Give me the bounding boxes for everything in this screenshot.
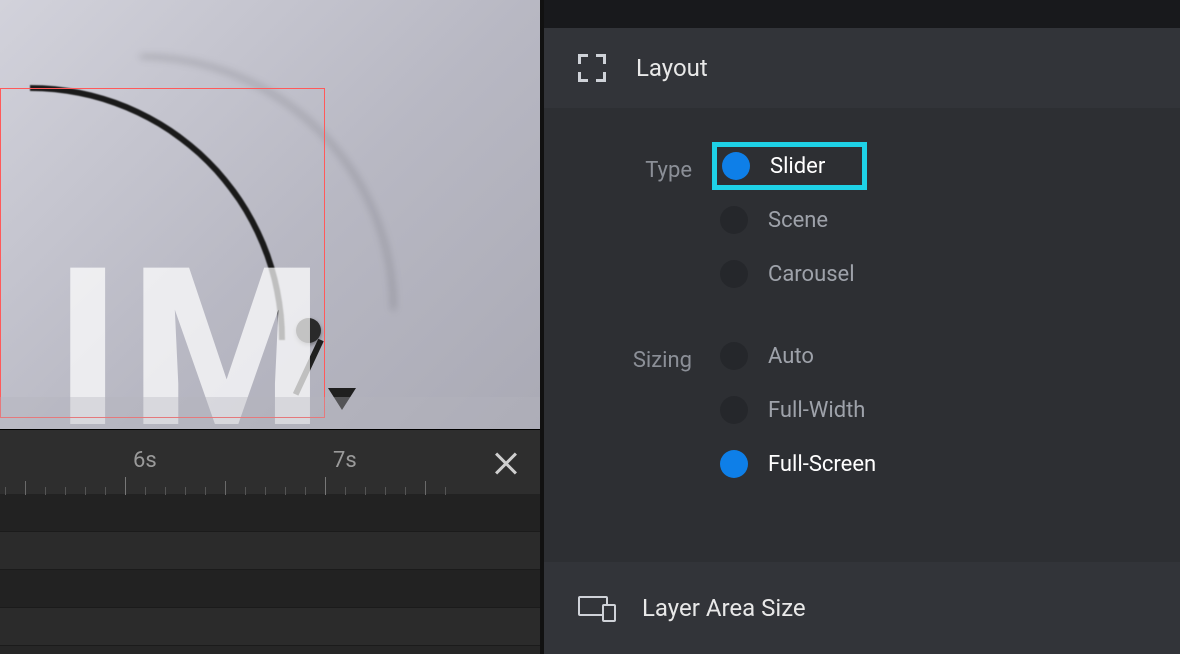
sizing-option-fullwidth[interactable]: Full-Width bbox=[714, 388, 886, 432]
close-icon[interactable] bbox=[492, 448, 520, 476]
radio-label: Scene bbox=[768, 208, 828, 233]
type-option-carousel[interactable]: Carousel bbox=[714, 252, 865, 296]
preview-pane: IM 6s 7s bbox=[0, 0, 540, 654]
radio-label: Full-Width bbox=[768, 398, 865, 423]
layout-title: Layout bbox=[636, 54, 708, 82]
safe-area-overlay bbox=[0, 397, 540, 429]
radio-icon bbox=[722, 152, 750, 180]
sizing-option-auto[interactable]: Auto bbox=[714, 334, 886, 378]
layout-section-body: Type Slider Scene Carousel Sizing bbox=[544, 108, 1180, 562]
timeline-ruler[interactable]: 6s 7s bbox=[0, 429, 540, 494]
layout-section-header[interactable]: Layout bbox=[544, 28, 1180, 108]
layer-area-section-header[interactable]: Layer Area Size bbox=[544, 562, 1180, 654]
expand-icon bbox=[578, 54, 606, 82]
radio-label: Slider bbox=[770, 154, 825, 179]
type-option-scene[interactable]: Scene bbox=[714, 198, 865, 242]
radio-icon bbox=[720, 396, 748, 424]
sizing-label: Sizing bbox=[582, 334, 692, 373]
radio-icon bbox=[720, 342, 748, 370]
radio-icon bbox=[720, 206, 748, 234]
sizing-option-fullscreen[interactable]: Full-Screen bbox=[714, 442, 886, 486]
timeline-tracks[interactable] bbox=[0, 494, 540, 654]
track-row[interactable] bbox=[0, 532, 540, 570]
time-mark-6s: 6s bbox=[133, 448, 157, 473]
radio-label: Full-Screen bbox=[768, 452, 876, 477]
inspector-panel: Layout Type Slider Scene Carousel bbox=[540, 0, 1180, 654]
radio-icon bbox=[720, 450, 748, 478]
radio-label: Auto bbox=[768, 344, 814, 369]
track-row[interactable] bbox=[0, 608, 540, 646]
track-row[interactable] bbox=[0, 494, 540, 532]
radio-label: Carousel bbox=[768, 262, 855, 287]
devices-icon bbox=[578, 596, 612, 620]
radio-icon bbox=[720, 260, 748, 288]
type-label: Type bbox=[582, 144, 692, 183]
panel-top-strip bbox=[544, 0, 1180, 28]
layer-area-title: Layer Area Size bbox=[642, 594, 806, 622]
type-option-slider[interactable]: Slider bbox=[714, 144, 865, 188]
canvas-viewport[interactable]: IM bbox=[0, 0, 540, 429]
time-mark-7s: 7s bbox=[333, 448, 357, 473]
track-row[interactable] bbox=[0, 570, 540, 608]
